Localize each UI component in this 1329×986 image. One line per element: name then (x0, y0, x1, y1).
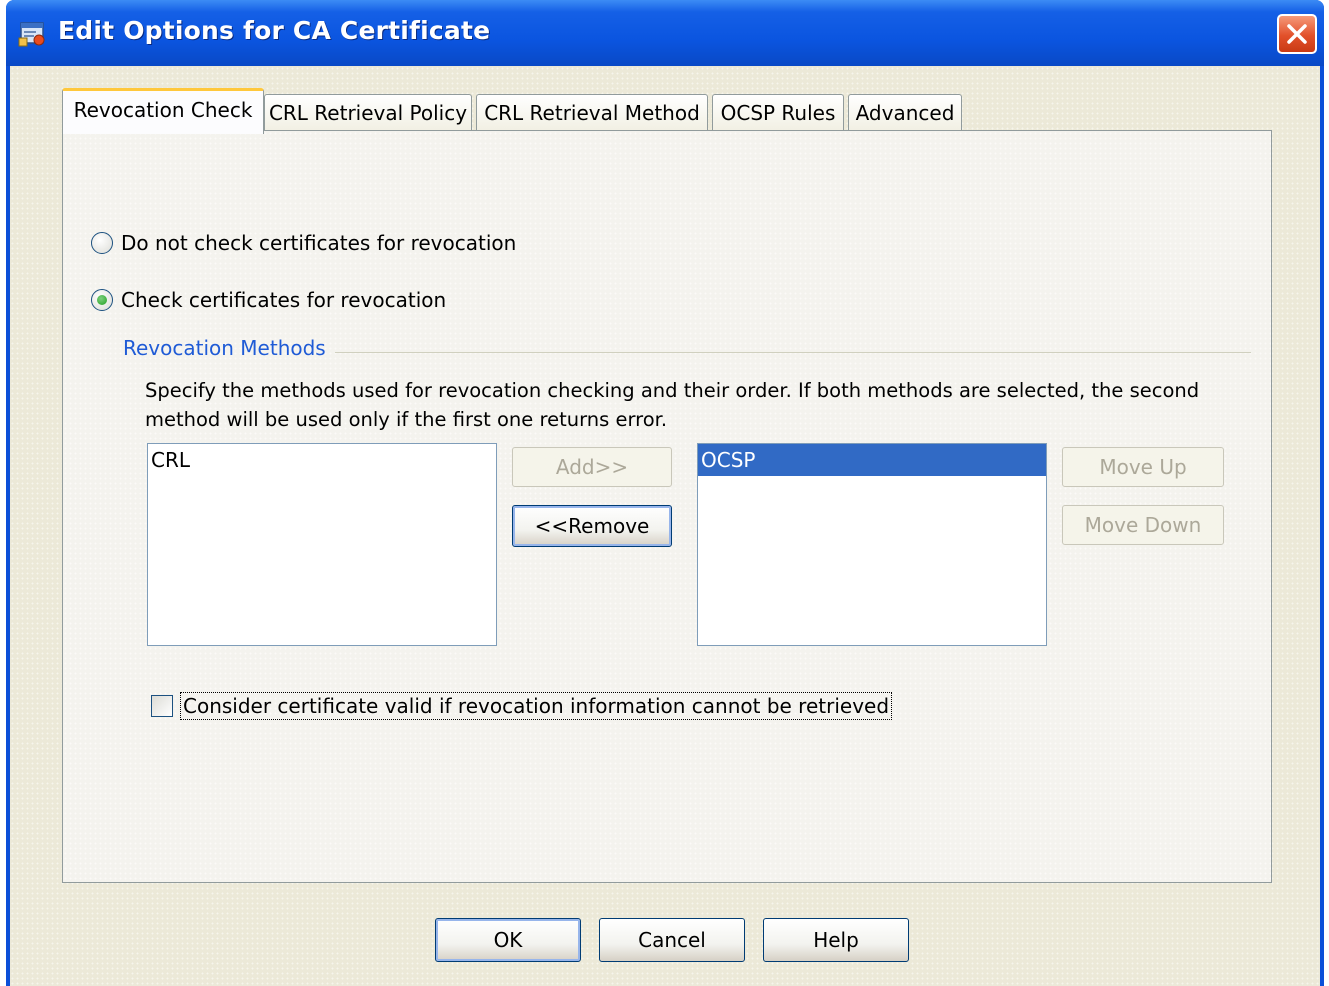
radio-no-check-indicator[interactable] (91, 232, 113, 254)
move-down-button[interactable]: Move Down (1062, 505, 1224, 545)
selected-methods-list[interactable]: OCSP (697, 443, 1047, 646)
radio-check[interactable]: Check certificates for revocation (91, 285, 446, 315)
tab-crl-retrieval-method[interactable]: CRL Retrieval Method (476, 94, 708, 132)
revocation-methods-description: Specify the methods used for revocation … (145, 379, 1200, 431)
cancel-button[interactable]: Cancel (599, 918, 745, 962)
move-up-button[interactable]: Move Up (1062, 447, 1224, 487)
tab-advanced[interactable]: Advanced (848, 94, 962, 132)
dialog-client-area: Revocation Check CRL Retrieval Policy CR… (10, 66, 1320, 986)
title-bar[interactable]: Edit Options for CA Certificate (6, 0, 1324, 66)
window-title: Edit Options for CA Certificate (58, 16, 491, 45)
help-button[interactable]: Help (763, 918, 909, 962)
available-methods-list[interactable]: CRL (147, 443, 497, 646)
ok-button[interactable]: OK (435, 918, 581, 962)
tab-revocation-check[interactable]: Revocation Check (62, 88, 264, 134)
radio-no-check[interactable]: Do not check certificates for revocation (91, 228, 516, 258)
consider-valid-checkbox-row[interactable]: Consider certificate valid if revocation… (151, 691, 893, 721)
tab-panel-revocation-check: Do not check certificates for revocation… (62, 130, 1272, 883)
radio-check-label: Check certificates for revocation (121, 288, 447, 312)
group-divider (335, 352, 1251, 353)
consider-valid-checkbox[interactable] (151, 695, 173, 717)
certificate-app-icon (18, 20, 48, 48)
tab-ocsp-rules[interactable]: OCSP Rules (712, 94, 844, 132)
tab-crl-retrieval-policy[interactable]: CRL Retrieval Policy (264, 94, 472, 132)
dialog-window: Edit Options for CA Certificate Revocati… (6, 0, 1324, 986)
revocation-methods-group-title: Revocation Methods (123, 336, 326, 360)
add-button[interactable]: Add>> (512, 447, 672, 487)
consider-valid-label: Consider certificate valid if revocation… (179, 692, 893, 720)
list-item[interactable]: OCSP (698, 444, 1046, 476)
radio-check-indicator[interactable] (91, 289, 113, 311)
remove-button[interactable]: <<Remove (512, 505, 672, 547)
list-item[interactable]: CRL (148, 444, 496, 476)
close-button[interactable] (1277, 14, 1317, 54)
close-icon (1287, 24, 1307, 44)
radio-no-check-label: Do not check certificates for revocation (121, 231, 517, 255)
